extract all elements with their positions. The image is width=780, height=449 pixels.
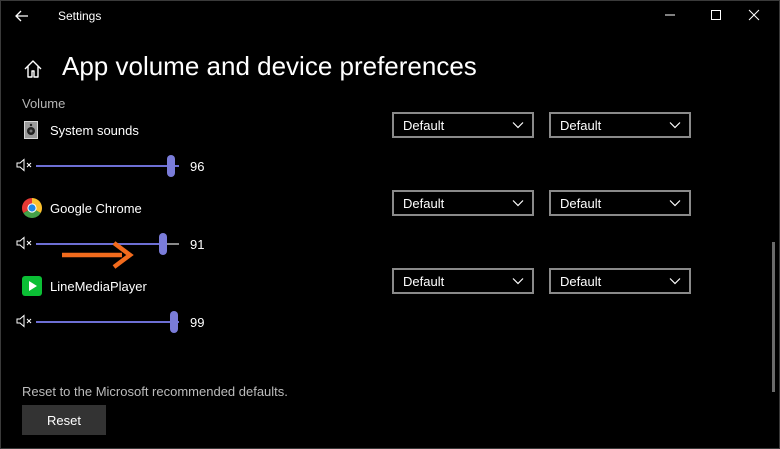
app-name: LineMediaPlayer [50, 279, 147, 294]
scrollbar[interactable] [772, 242, 775, 392]
maximize-icon[interactable] [706, 5, 726, 25]
speaker-mute-icon[interactable] [16, 314, 34, 328]
app-name: Google Chrome [50, 201, 142, 216]
volume-slider-track[interactable] [36, 165, 179, 167]
close-icon[interactable] [744, 5, 764, 25]
output-device-dropdown-google-chrome[interactable]: Default [392, 190, 534, 216]
chevron-down-icon [512, 200, 524, 207]
reset-button[interactable]: Reset [22, 405, 106, 435]
dropdown-value: Default [403, 274, 445, 289]
volume-slider-thumb[interactable] [167, 155, 175, 177]
app-name: System sounds [50, 123, 139, 138]
volume-slider-track[interactable] [36, 321, 179, 323]
reset-description: Reset to the Microsoft recommended defau… [22, 384, 288, 399]
input-device-dropdown-system-sounds[interactable]: Default [549, 112, 691, 138]
volume-slider-thumb[interactable] [170, 311, 178, 333]
volume-slider-thumb[interactable] [159, 233, 167, 255]
volume-value: 99 [190, 315, 205, 330]
window-title: Settings [58, 9, 102, 23]
chevron-down-icon [669, 200, 681, 207]
home-icon[interactable] [22, 58, 44, 80]
output-device-dropdown-system-sounds[interactable]: Default [392, 112, 534, 138]
chrome-icon [22, 198, 42, 218]
speaker-mute-icon[interactable] [16, 158, 34, 172]
volume-value: 91 [190, 237, 205, 252]
volume-value: 96 [190, 159, 205, 174]
title-bar: Settings [0, 0, 780, 32]
system-sounds-icon [24, 121, 38, 139]
dropdown-value: Default [403, 118, 445, 133]
annotation-arrow-icon [62, 241, 134, 269]
output-device-dropdown-linemediaplayer[interactable]: Default [392, 268, 534, 294]
minimize-icon[interactable] [660, 5, 680, 25]
chevron-down-icon [669, 278, 681, 285]
input-device-dropdown-google-chrome[interactable]: Default [549, 190, 691, 216]
chevron-down-icon [512, 278, 524, 285]
back-arrow-icon[interactable] [12, 6, 32, 26]
input-device-dropdown-linemediaplayer[interactable]: Default [549, 268, 691, 294]
page-title: App volume and device preferences [62, 51, 477, 81]
dropdown-value: Default [560, 274, 602, 289]
chevron-down-icon [512, 122, 524, 129]
dropdown-value: Default [403, 196, 445, 211]
dropdown-value: Default [560, 196, 602, 211]
volume-section-label: Volume [22, 96, 66, 111]
dropdown-value: Default [560, 118, 602, 133]
media-player-icon [22, 276, 42, 296]
speaker-mute-icon[interactable] [16, 236, 34, 250]
chevron-down-icon [669, 122, 681, 129]
